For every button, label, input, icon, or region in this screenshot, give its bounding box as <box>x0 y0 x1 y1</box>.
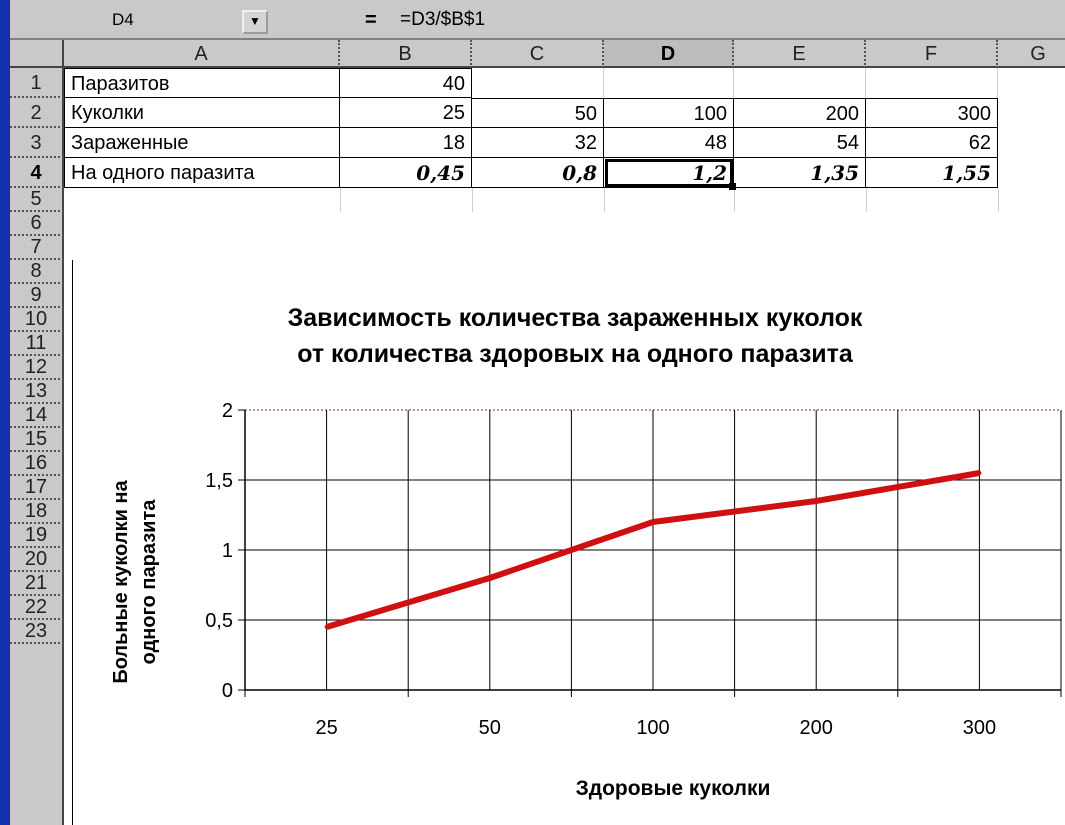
column-header-c[interactable]: C <box>472 40 604 68</box>
cell-e3[interactable]: 54 <box>734 128 866 158</box>
cell-f1[interactable] <box>866 68 998 98</box>
x-tick-label: 100 <box>636 717 669 739</box>
gridline <box>604 188 605 212</box>
chart-area[interactable]: Зависимость количества зараженных куколо… <box>72 260 1065 825</box>
chart-title-line1: Зависимость количества зараженных куколо… <box>288 304 863 332</box>
formula-input[interactable]: =D3/$B$1 <box>390 6 1055 34</box>
column-header-a[interactable]: A <box>64 40 340 68</box>
cell-d4-selected[interactable]: 1,2 <box>604 158 734 188</box>
row-header-1[interactable]: 1 <box>10 68 64 98</box>
x-tick-label: 300 <box>963 717 996 739</box>
row-header-11[interactable]: 11 <box>10 332 64 356</box>
row-header-14[interactable]: 14 <box>10 404 64 428</box>
data-point <box>814 499 819 503</box>
gridline <box>734 188 735 212</box>
y-tick-label: 1 <box>222 540 233 562</box>
cell-d2[interactable]: 100 <box>604 98 734 128</box>
row-header-2[interactable]: 2 <box>10 98 64 128</box>
row-header-20[interactable]: 20 <box>10 548 64 572</box>
cell-e1[interactable] <box>734 68 866 98</box>
data-point <box>977 471 982 475</box>
x-tick-label: 25 <box>315 717 337 739</box>
row-header-9[interactable]: 9 <box>10 284 64 308</box>
cell-f2[interactable]: 300 <box>866 98 998 128</box>
gridline <box>998 188 999 212</box>
y-axis-label-line2: одного паразита <box>138 499 160 665</box>
line-chart: Зависимость количества зараженных куколо… <box>110 304 1062 800</box>
name-box-dropdown-icon[interactable]: ▼ <box>242 10 268 34</box>
cell-c2[interactable]: 50 <box>472 98 604 128</box>
cell-b3[interactable]: 18 <box>340 128 472 158</box>
row-header-3[interactable]: 3 <box>10 128 64 158</box>
row-header-23[interactable]: 23 <box>10 620 64 644</box>
y-tick-label: 1,5 <box>205 470 233 492</box>
x-tick-label: 200 <box>800 717 833 739</box>
cell-c3[interactable]: 32 <box>472 128 604 158</box>
y-axis-label-line1: Больные куколки на <box>110 479 132 683</box>
row-header-17[interactable]: 17 <box>10 476 64 500</box>
row-header-22[interactable]: 22 <box>10 596 64 620</box>
cell-c4[interactable]: 0,8 <box>472 158 604 188</box>
cell-a3[interactable]: Зараженные <box>64 128 340 158</box>
cell-b2[interactable]: 25 <box>340 98 472 128</box>
formula-bar: D4 ▼ = =D3/$B$1 <box>10 0 1065 40</box>
x-tick-label: 50 <box>479 717 501 739</box>
cell-b1[interactable]: 40 <box>340 68 472 98</box>
row-header-5[interactable]: 5 <box>10 188 64 212</box>
data-point <box>324 625 329 629</box>
row-header-18[interactable]: 18 <box>10 500 64 524</box>
cell-d1[interactable] <box>604 68 734 98</box>
column-header-d[interactable]: D <box>604 40 734 68</box>
cell-f4[interactable]: 1,55 <box>866 158 998 188</box>
select-all-corner[interactable] <box>10 40 64 68</box>
data-point <box>487 576 492 580</box>
column-header-g[interactable]: G <box>998 40 1065 68</box>
cell-a4[interactable]: На одного паразита <box>64 158 340 188</box>
column-header-e[interactable]: E <box>734 40 866 68</box>
gridline <box>340 188 341 212</box>
gridline <box>866 188 867 212</box>
row-header-10[interactable]: 10 <box>10 308 64 332</box>
row-header-7[interactable]: 7 <box>10 236 64 260</box>
window-edge <box>0 0 10 825</box>
chart-title-line2: от количества здоровых на одного паразит… <box>297 340 854 368</box>
y-tick-label: 0 <box>222 680 233 702</box>
row-header-6[interactable]: 6 <box>10 212 64 236</box>
cell-f3[interactable]: 62 <box>866 128 998 158</box>
cell-c1[interactable] <box>472 68 604 98</box>
formula-equals-button[interactable]: = <box>365 8 377 32</box>
gridline <box>472 188 473 212</box>
row-header-19[interactable]: 19 <box>10 524 64 548</box>
row-header-21[interactable]: 21 <box>10 572 64 596</box>
column-header-b[interactable]: B <box>340 40 472 68</box>
cell-e2[interactable]: 200 <box>734 98 866 128</box>
cell-d3[interactable]: 48 <box>604 128 734 158</box>
row-header-16[interactable]: 16 <box>10 452 64 476</box>
fill-handle[interactable] <box>729 183 736 190</box>
column-header-f[interactable]: F <box>866 40 998 68</box>
row-header-4[interactable]: 4 <box>10 158 64 188</box>
row-header-filler <box>10 644 64 825</box>
cell-a2[interactable]: Куколки <box>64 98 340 128</box>
row-header-13[interactable]: 13 <box>10 380 64 404</box>
cell-e4[interactable]: 1,35 <box>734 158 866 188</box>
spreadsheet-grid: A B C D E F G 1 2 3 4 5 6 7 8 9 10 11 12… <box>10 40 1065 825</box>
y-tick-label: 2 <box>222 400 233 422</box>
row-header-12[interactable]: 12 <box>10 356 64 380</box>
row-header-15[interactable]: 15 <box>10 428 64 452</box>
cell-a1[interactable]: Паразитов <box>64 68 340 98</box>
x-axis-label: Здоровые куколки <box>576 777 771 800</box>
row-header-8[interactable]: 8 <box>10 260 64 284</box>
plot-area: 0 0,5 1 1,5 2 25 50 100 200 300 <box>205 400 1062 739</box>
y-tick-label: 0,5 <box>205 610 233 632</box>
cell-b4[interactable]: 0,45 <box>340 158 472 188</box>
data-point <box>651 520 655 524</box>
